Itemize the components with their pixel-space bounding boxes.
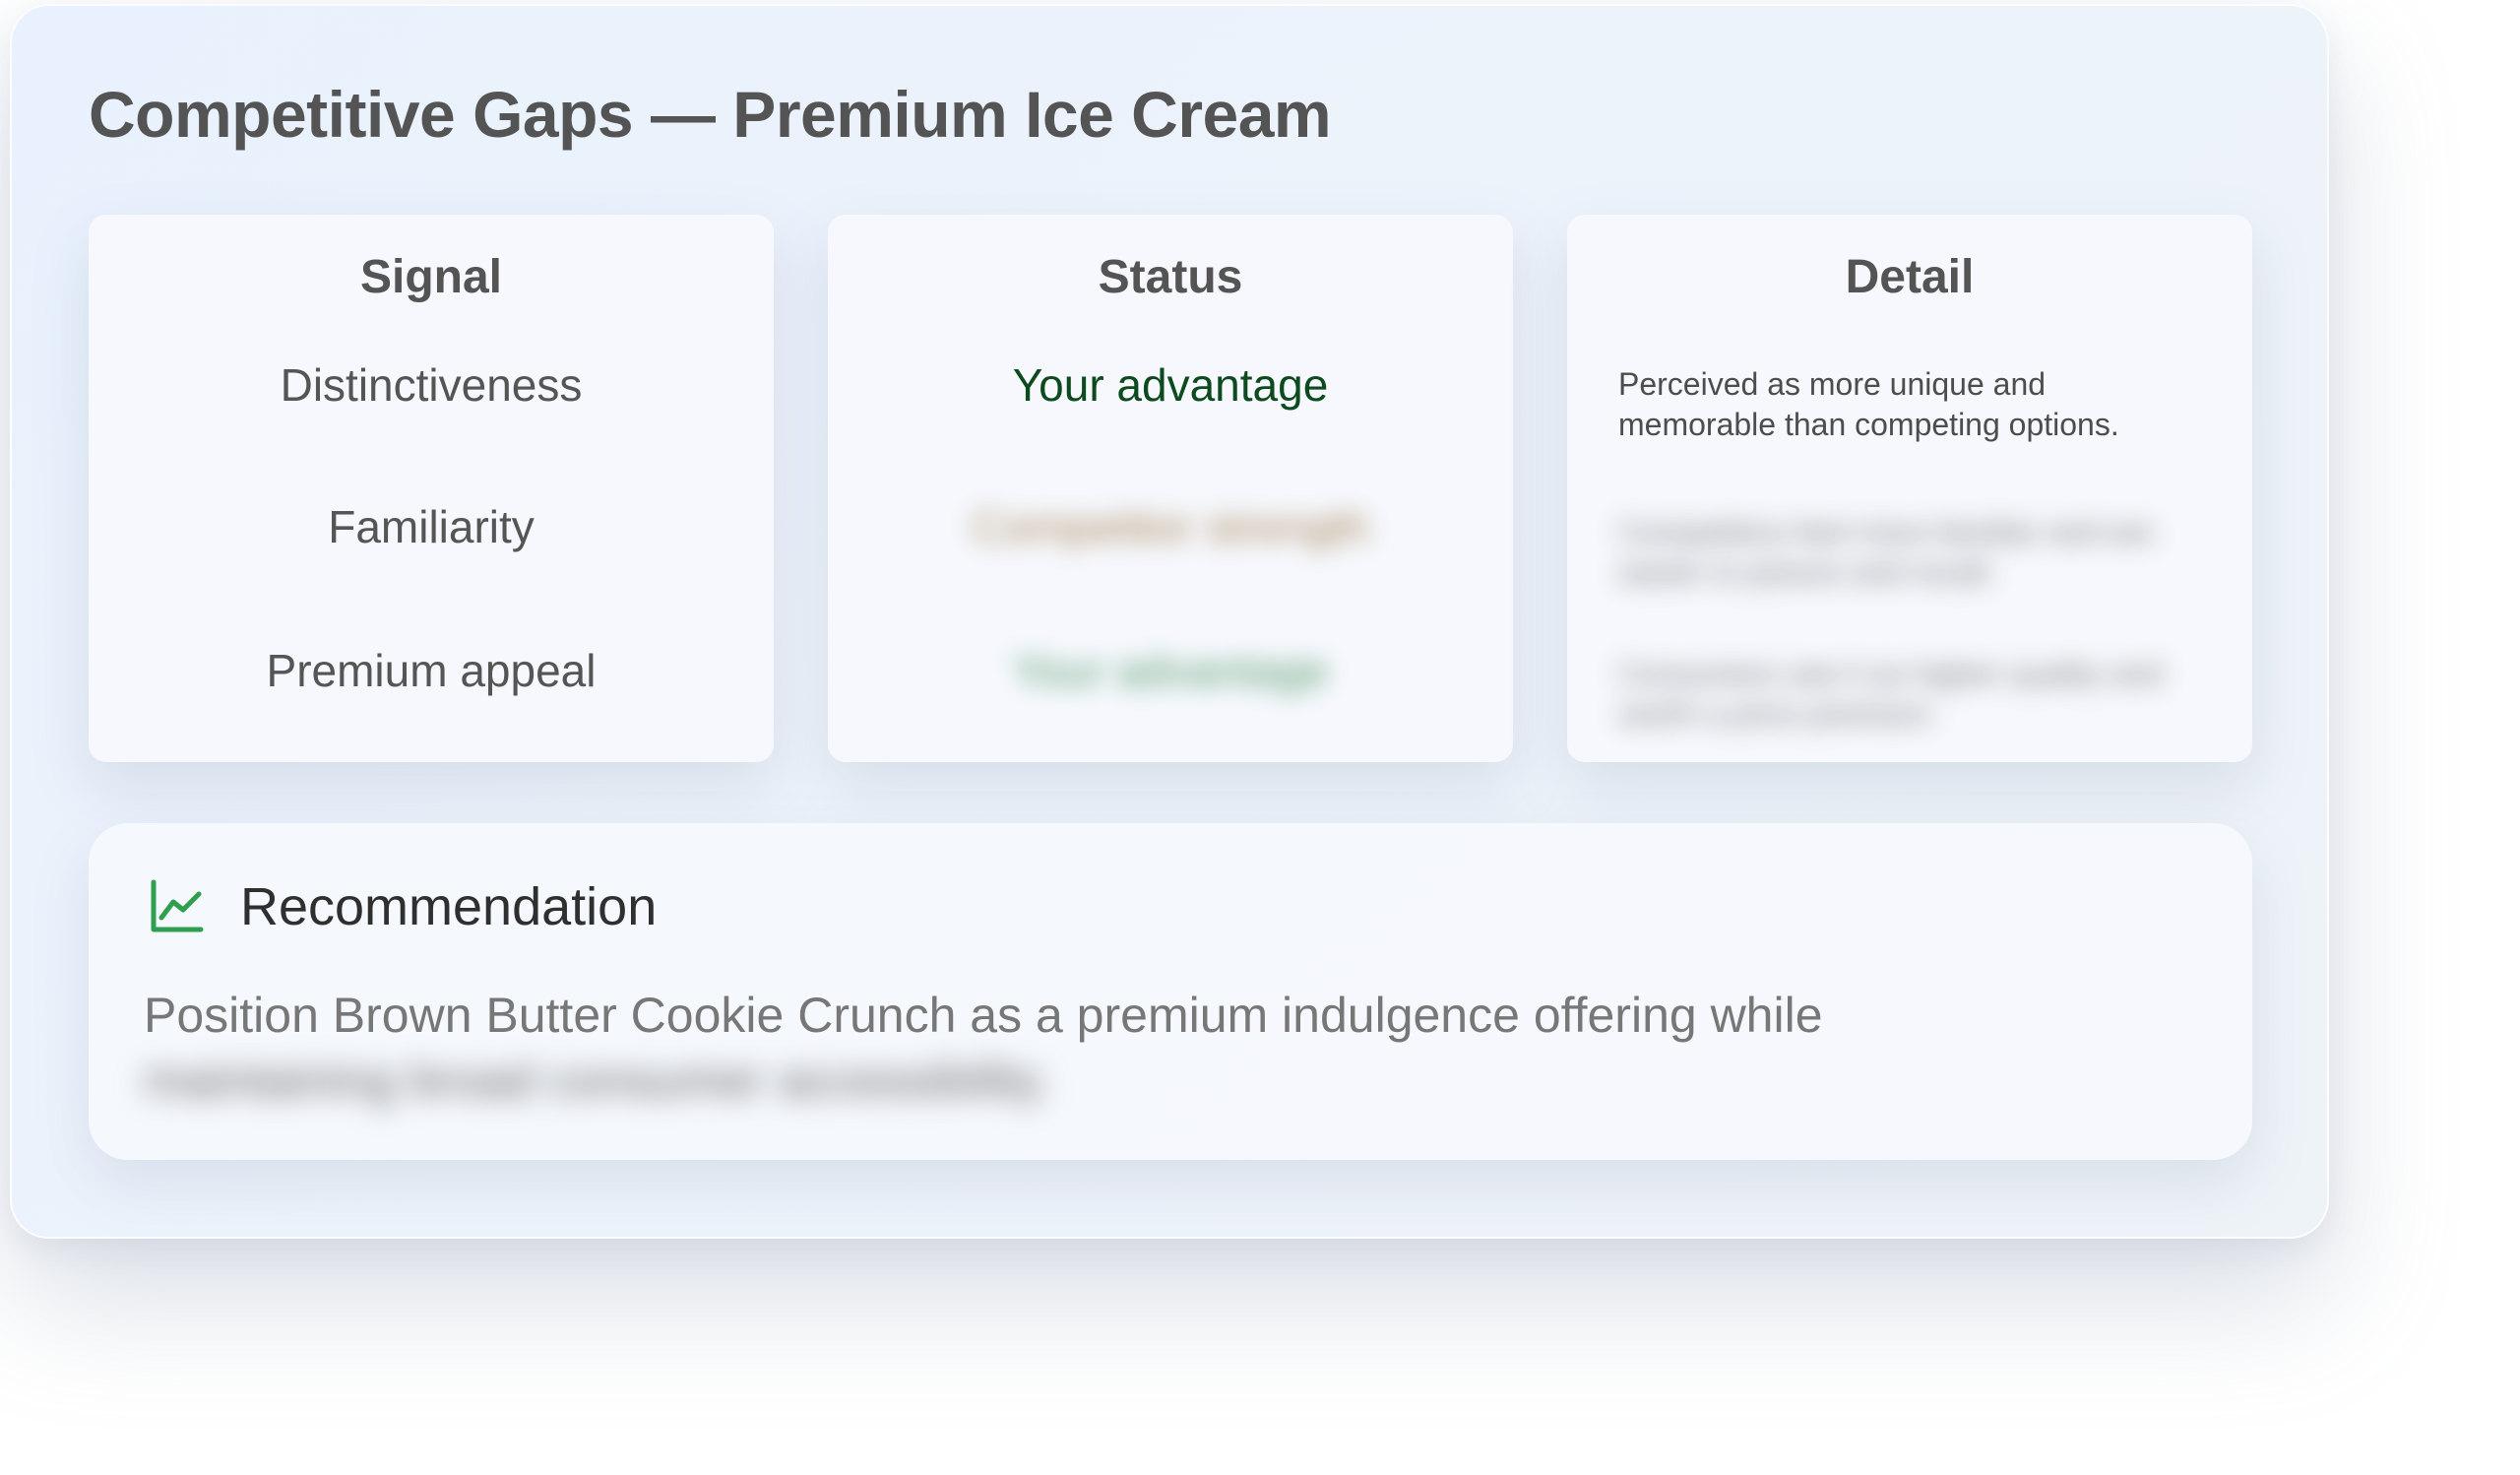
detail-cell: Perceived as more unique and memorable t… [1618,366,2119,442]
detail-header: Detail [1845,251,1975,303]
signal-cell: Premium appeal [266,645,597,696]
detail-column-card: Detail Perceived as more unique and memo… [1567,215,2252,762]
detail-cell-blurred: Consumers see it as higher quality and w… [1618,656,2164,732]
recommendation-text: Position Brown Butter Cookie Crunch as a… [144,988,1823,1043]
status-cell-blurred: Your advantage [1012,645,1329,696]
signal-header: Signal [359,251,503,303]
status-cell: Your advantage [1012,359,1329,411]
signal-cell: Distinctiveness [280,359,583,411]
recommendation-text-blurred: maintaining broad consumer accessibility… [144,1053,1051,1108]
signal-column-card: Signal Distinctiveness Familiarity Premi… [89,215,774,762]
detail-cell-blurred: Competitors feel more familiar and are e… [1618,514,2155,590]
recommendation-title: Recommendation [240,877,658,936]
status-header: Status [1098,251,1243,303]
status-column-card: Status Your advantage Competitor strengt… [828,215,1513,762]
recommendation-card: Recommendation Position Brown Butter Coo… [89,823,2252,1160]
page-title: Competitive Gaps — Premium Ice Cream [89,78,1332,151]
line-chart-icon [150,878,205,933]
signal-cell: Familiarity [328,501,535,552]
competitive-gaps-panel: Competitive Gaps — Premium Ice Cream Sig… [10,4,2329,1239]
status-cell-blurred: Competitor strength [972,501,1369,552]
